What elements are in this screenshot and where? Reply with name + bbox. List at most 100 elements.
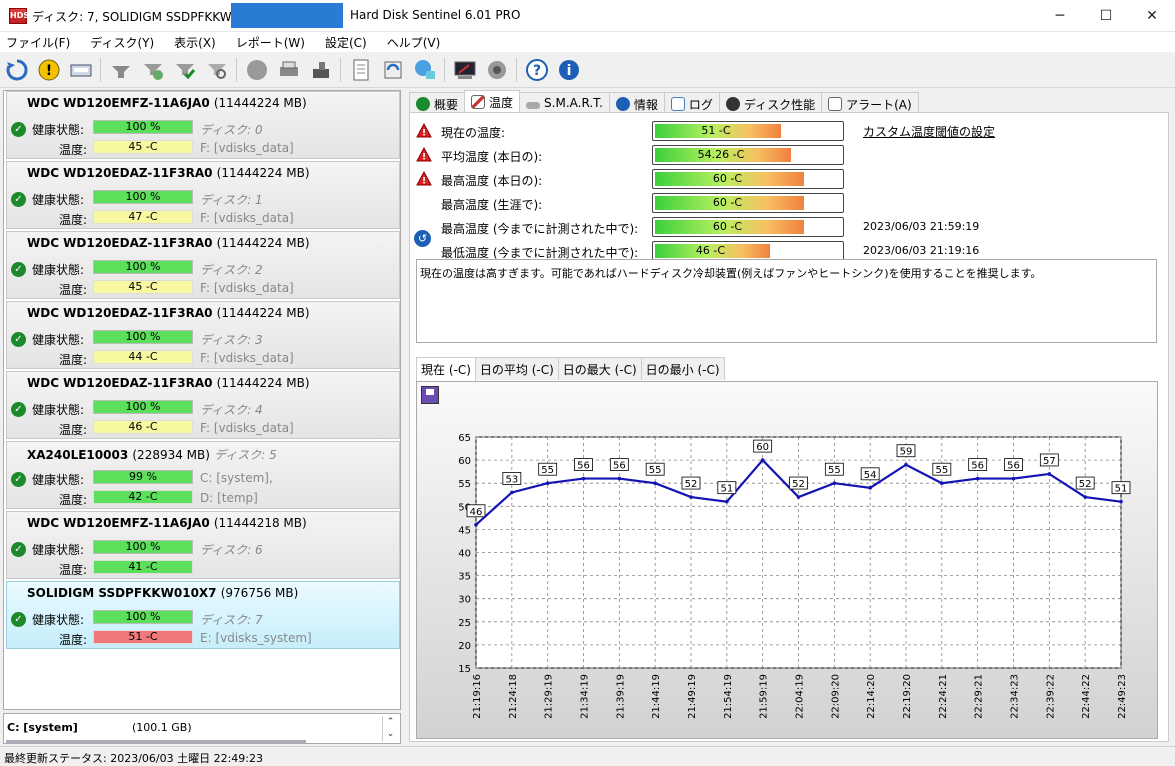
disk-gray-icon[interactable] (243, 56, 271, 84)
y-tick-label: 15 (458, 664, 471, 675)
data-point (617, 476, 622, 481)
temperature-label: 最高温度 (今までに計測された中で): (441, 222, 639, 236)
menu-disk[interactable]: ディスク(Y) (90, 32, 154, 51)
disk-item-6[interactable]: WDC WD120EMFZ-11A6JA0 (11444218 MB) ✓ 健康… (6, 511, 400, 579)
warning-icon: ! (416, 171, 432, 186)
sound-icon[interactable] (483, 56, 511, 84)
custom-threshold-link[interactable]: カスタム温度閾値の設定 (863, 123, 995, 140)
tab-log[interactable]: ログ (663, 92, 720, 114)
disk-item-2[interactable]: WDC WD120EDAZ-11F3RA0 (11444224 MB) ✓ 健康… (6, 231, 400, 299)
disk-size: (228934 MB) (132, 448, 210, 462)
reset-icon[interactable]: ↺ (414, 230, 431, 247)
tab-alert[interactable]: アラート(A) (821, 92, 919, 114)
volume-scroll[interactable]: ⌃ ⌄ (382, 716, 398, 742)
temp-label: 温度: (59, 633, 88, 647)
tool-icon[interactable] (107, 56, 135, 84)
health-label: 健康状態: (32, 613, 85, 627)
menu-view[interactable]: 表示(X) (174, 32, 216, 51)
menu-file[interactable]: ファイル(F) (6, 32, 70, 51)
gauge-value: 60 -C (712, 220, 743, 233)
data-label: 55 (935, 465, 948, 476)
disk-size: (976756 MB) (220, 586, 299, 600)
drive-icon[interactable] (307, 56, 335, 84)
volume-panel[interactable]: C: [system] (100.1 GB) ⌃ ⌄ (3, 713, 401, 744)
x-tick-label: 21:44:19 (651, 674, 662, 719)
disk-number: ディスク: 6 (200, 543, 263, 557)
data-label: 52 (685, 479, 698, 490)
info-icon[interactable]: i (555, 56, 583, 84)
graph-tab-daily-min[interactable]: 日の最小 (-C) (640, 357, 725, 380)
disk-item-4[interactable]: WDC WD120EDAZ-11F3RA0 (11444224 MB) ✓ 健康… (6, 371, 400, 439)
health-bar: 100 % (93, 190, 193, 204)
console-icon[interactable] (451, 56, 479, 84)
data-label: 52 (792, 479, 805, 490)
tool-scan-icon[interactable] (203, 56, 231, 84)
data-label: 55 (649, 465, 662, 476)
data-point (975, 476, 980, 481)
maximize-button[interactable]: ☐ (1083, 0, 1129, 32)
refresh-icon[interactable] (3, 56, 31, 84)
close-button[interactable]: ✕ (1129, 0, 1175, 32)
tool-check-icon[interactable] (139, 56, 167, 84)
disk-number: ディスク: 7 (200, 613, 263, 627)
alert-icon[interactable]: ! (35, 56, 63, 84)
disk-icon[interactable] (67, 56, 95, 84)
volume-name: C: [system] (7, 721, 78, 734)
x-tick-label: 22:14:20 (866, 674, 877, 719)
data-label: 52 (1079, 479, 1092, 490)
temp-bar: 46 -C (93, 420, 193, 434)
tool-ok-icon[interactable] (171, 56, 199, 84)
health-bar: 99 % (93, 470, 193, 484)
tab-temperature[interactable]: 温度 (464, 90, 521, 114)
data-point (1047, 472, 1052, 476)
disk-item-1[interactable]: WDC WD120EDAZ-11F3RA0 (11444224 MB) ✓ 健康… (6, 161, 400, 229)
disk-item-7[interactable]: SOLIDIGM SSDPFKKW010X7 (976756 MB) ✓ 健康状… (6, 581, 400, 649)
minimize-button[interactable]: ─ (1037, 0, 1083, 32)
x-tick-label: 22:09:20 (830, 674, 841, 719)
graph-tab-current[interactable]: 現在 (-C) (416, 357, 476, 382)
menu-settings[interactable]: 設定(C) (325, 32, 367, 51)
data-label: 55 (541, 465, 554, 476)
sync-icon[interactable] (379, 56, 407, 84)
temp-label: 温度: (59, 143, 88, 157)
temperature-row: ! 最高温度 (本日の): 60 -C (410, 169, 1170, 191)
volume-label: F: [vdisks_data] (200, 421, 294, 435)
data-label: 55 (828, 465, 841, 476)
tab-overview[interactable]: 概要 (409, 92, 466, 114)
graph-tab-daily-avg[interactable]: 日の平均 (-C) (474, 357, 559, 380)
x-tick-label: 21:29:19 (544, 674, 555, 719)
gauge-value: 54.26 -C (697, 148, 745, 161)
data-point (474, 522, 478, 527)
thermometer-icon (471, 95, 486, 109)
tab-info[interactable]: 情報 (608, 92, 665, 114)
temp-label: 温度: (59, 493, 88, 507)
volume-size: (100.1 GB) (132, 721, 192, 734)
disk-item-5[interactable]: XA240LE10003 (228934 MB) ディスク: 5 ✓ 健康状態:… (6, 441, 400, 509)
health-bar: 100 % (93, 610, 193, 624)
y-tick-label: 20 (458, 641, 471, 652)
report-icon[interactable] (347, 56, 375, 84)
data-point (832, 481, 837, 485)
gauge-value: 60 -C (712, 196, 743, 209)
x-tick-label: 22:24:21 (938, 674, 949, 719)
x-tick-label: 22:49:23 (1117, 674, 1128, 719)
disk-name: XA240LE10003 (27, 448, 129, 462)
data-label: 56 (577, 461, 590, 472)
data-label: 60 (756, 442, 769, 453)
graph-tab-daily-max[interactable]: 日の最大 (-C) (557, 357, 642, 380)
disk-item-3[interactable]: WDC WD120EDAZ-11F3RA0 (11444224 MB) ✓ 健康… (6, 301, 400, 369)
check-icon: ✓ (11, 542, 26, 557)
tab-smart[interactable]: S.M.A.R.T. (519, 92, 610, 114)
help-icon[interactable]: ? (523, 56, 551, 84)
print-icon[interactable] (275, 56, 303, 84)
menu-report[interactable]: レポート(W) (236, 32, 305, 51)
check-icon: ✓ (11, 612, 26, 627)
disk-name: WDC WD120EDAZ-11F3RA0 (27, 376, 213, 390)
tab-performance[interactable]: ディスク性能 (718, 92, 823, 114)
temp-label: 温度: (59, 353, 88, 367)
menu-help[interactable]: ヘルプ(V) (387, 32, 441, 51)
disk-item-0[interactable]: WDC WD120EMFZ-11A6JA0 (11444224 MB) ✓ 健康… (6, 91, 400, 159)
check-icon: ✓ (11, 472, 26, 487)
network-icon[interactable] (411, 56, 439, 84)
svg-text:!: ! (422, 153, 426, 163)
